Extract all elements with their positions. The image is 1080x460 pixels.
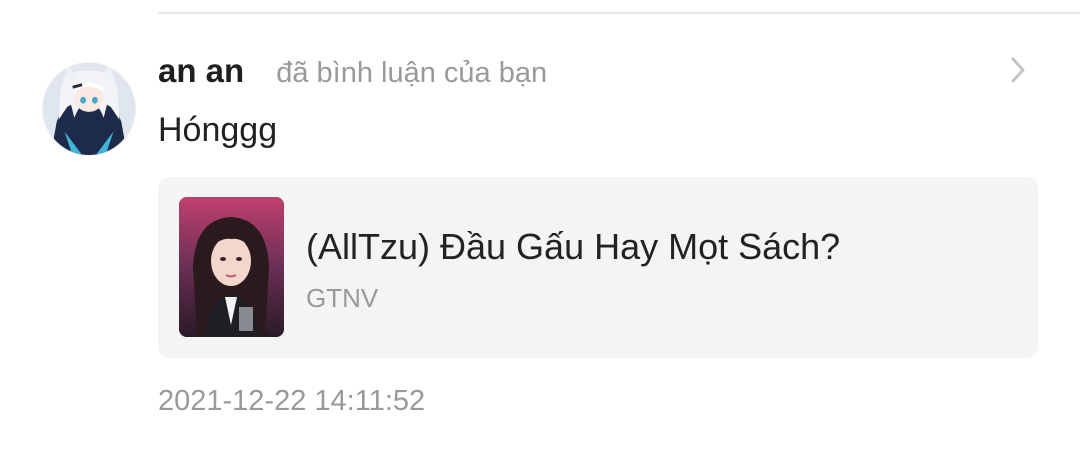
action-text: đã bình luận của bạn — [276, 57, 548, 89]
username-link[interactable]: an an — [158, 52, 244, 90]
story-title: (AllTzu) Đầu Gấu Hay Mọt Sách? — [306, 226, 841, 267]
user-avatar[interactable] — [42, 62, 136, 156]
notifications-page: an an đã bình luận của bạn Hónggg (AllTz… — [0, 0, 1080, 460]
chevron-right-icon[interactable] — [1004, 54, 1032, 86]
story-author: GTNV — [306, 283, 379, 313]
comment-notification[interactable]: an an đã bình luận của bạn Hónggg (AllTz… — [0, 0, 1080, 460]
notification-header: an an đã bình luận của bạn — [158, 52, 547, 96]
timestamp: 2021-12-22 14:11:52 — [158, 385, 426, 417]
story-cover-image — [179, 197, 284, 337]
story-cover[interactable] — [179, 197, 284, 337]
comment-text: Hónggg — [158, 111, 278, 149]
anime-avatar-icon — [43, 63, 135, 155]
story-card[interactable]: (AllTzu) Đầu Gấu Hay Mọt Sách? GTNV — [158, 177, 1038, 358]
